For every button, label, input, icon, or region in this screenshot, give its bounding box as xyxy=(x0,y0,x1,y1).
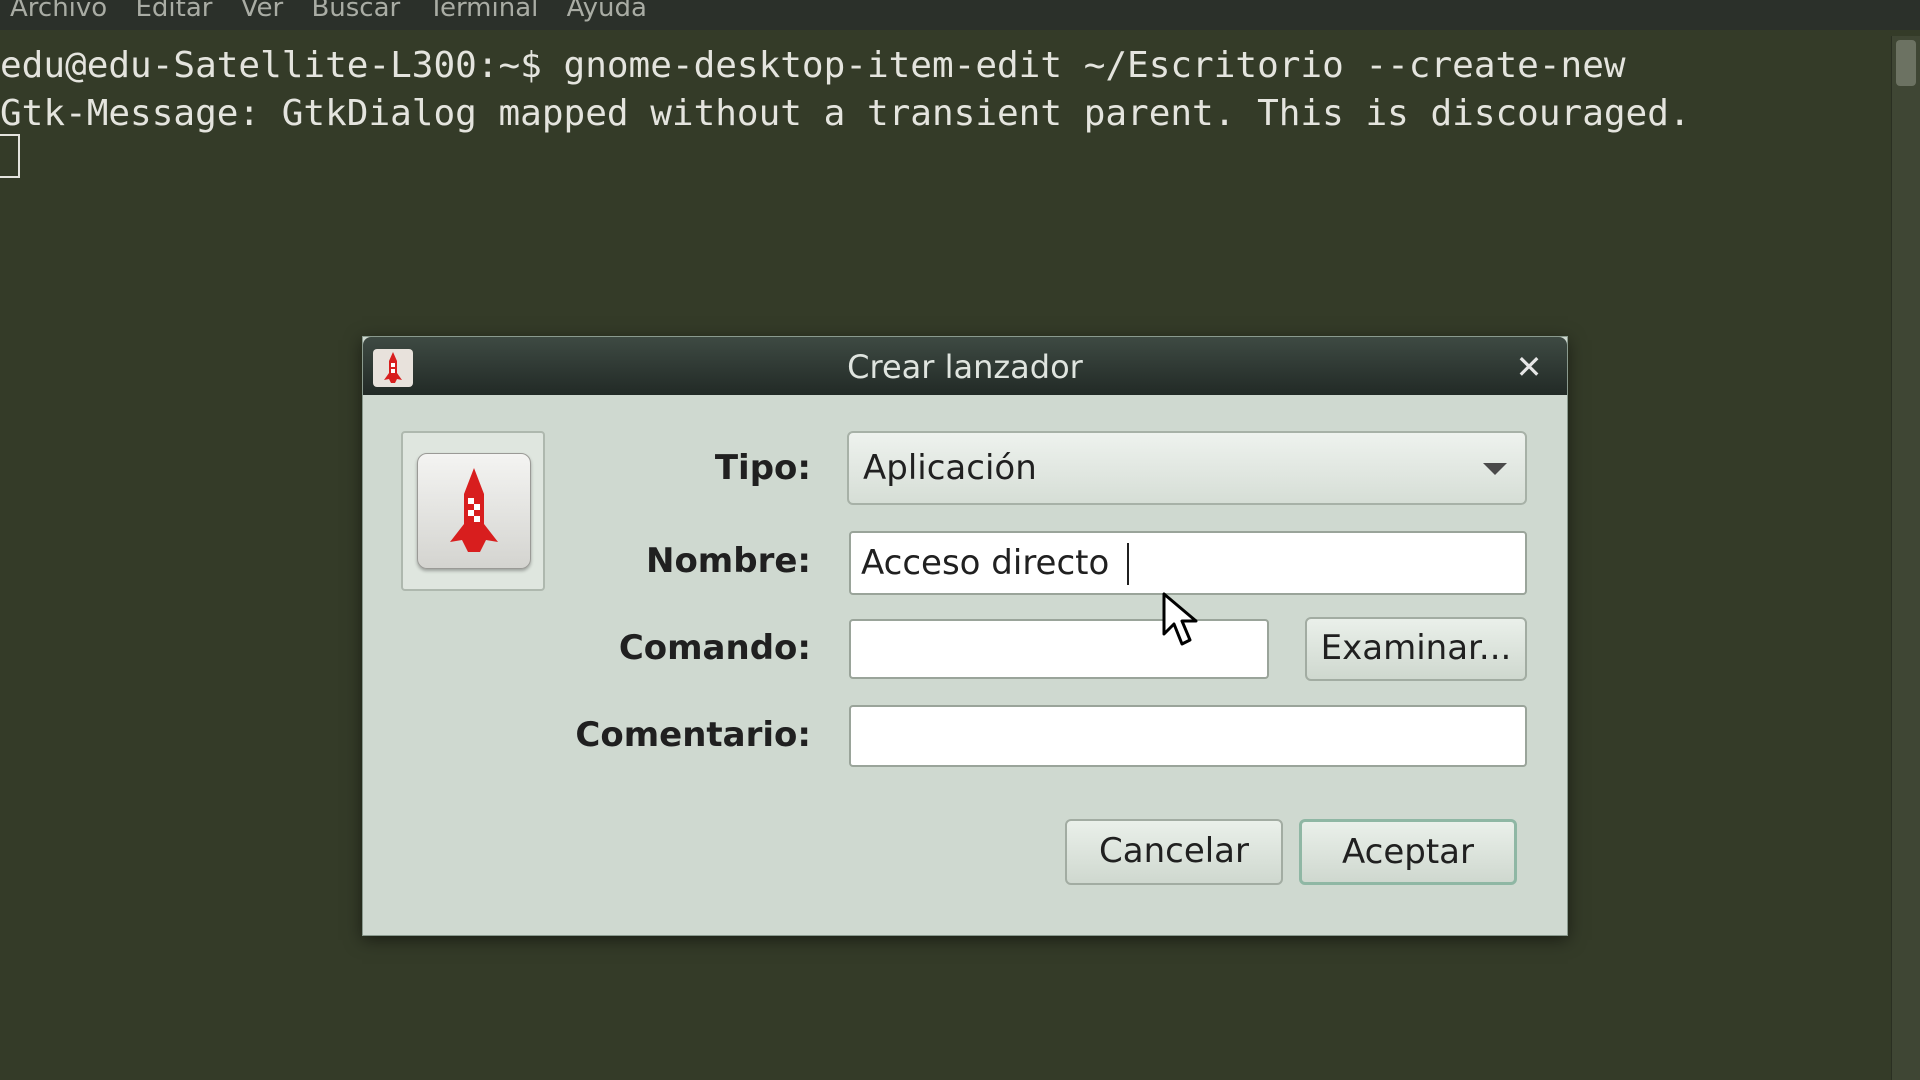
close-icon[interactable]: ✕ xyxy=(1511,349,1547,385)
nombre-label: Nombre: xyxy=(645,541,811,581)
terminal-command-line: edu@edu-Satellite-L300:~$ gnome-desktop-… xyxy=(0,45,1626,86)
dialog-titlebar[interactable]: Crear lanzador ✕ xyxy=(363,337,1567,395)
menu-archivo[interactable]: Archivo xyxy=(10,0,107,23)
ok-button[interactable]: Aceptar xyxy=(1299,819,1517,885)
comentario-input[interactable] xyxy=(849,705,1527,767)
text-caret xyxy=(1127,543,1129,585)
tipo-selected-value: Aplicación xyxy=(863,448,1037,488)
cancel-button[interactable]: Cancelar xyxy=(1065,819,1283,885)
menu-ver[interactable]: Ver xyxy=(241,0,283,23)
rocket-icon xyxy=(417,453,531,569)
dialog-title: Crear lanzador xyxy=(847,348,1083,386)
menu-ayuda[interactable]: Ayuda xyxy=(567,0,647,23)
comando-input[interactable] xyxy=(849,619,1269,679)
chevron-down-icon xyxy=(1483,463,1507,475)
menu-terminal[interactable]: Terminal xyxy=(428,0,538,23)
examinar-button[interactable]: Examinar... xyxy=(1305,617,1527,681)
scrollbar-thumb[interactable] xyxy=(1896,40,1916,86)
menu-buscar[interactable]: Buscar xyxy=(311,0,400,23)
tipo-label: Tipo: xyxy=(714,448,811,488)
menu-editar[interactable]: Editar xyxy=(135,0,212,23)
terminal-menubar: Archivo Editar Ver Buscar Terminal Ayuda xyxy=(0,0,1920,30)
nombre-input[interactable] xyxy=(849,531,1527,595)
create-launcher-dialog: Crear lanzador ✕ Tipo: Aplicación Nombre… xyxy=(362,336,1568,936)
launcher-icon-button[interactable] xyxy=(401,431,545,591)
terminal-output-line: Gtk-Message: GtkDialog mapped without a … xyxy=(0,93,1691,134)
tipo-combobox[interactable]: Aplicación xyxy=(847,431,1527,505)
terminal-scrollbar[interactable] xyxy=(1891,36,1920,1080)
mouse-pointer-icon xyxy=(1162,592,1198,646)
terminal-cursor xyxy=(0,134,20,178)
comando-label: Comando: xyxy=(618,628,811,668)
comentario-label: Comentario: xyxy=(575,715,811,755)
